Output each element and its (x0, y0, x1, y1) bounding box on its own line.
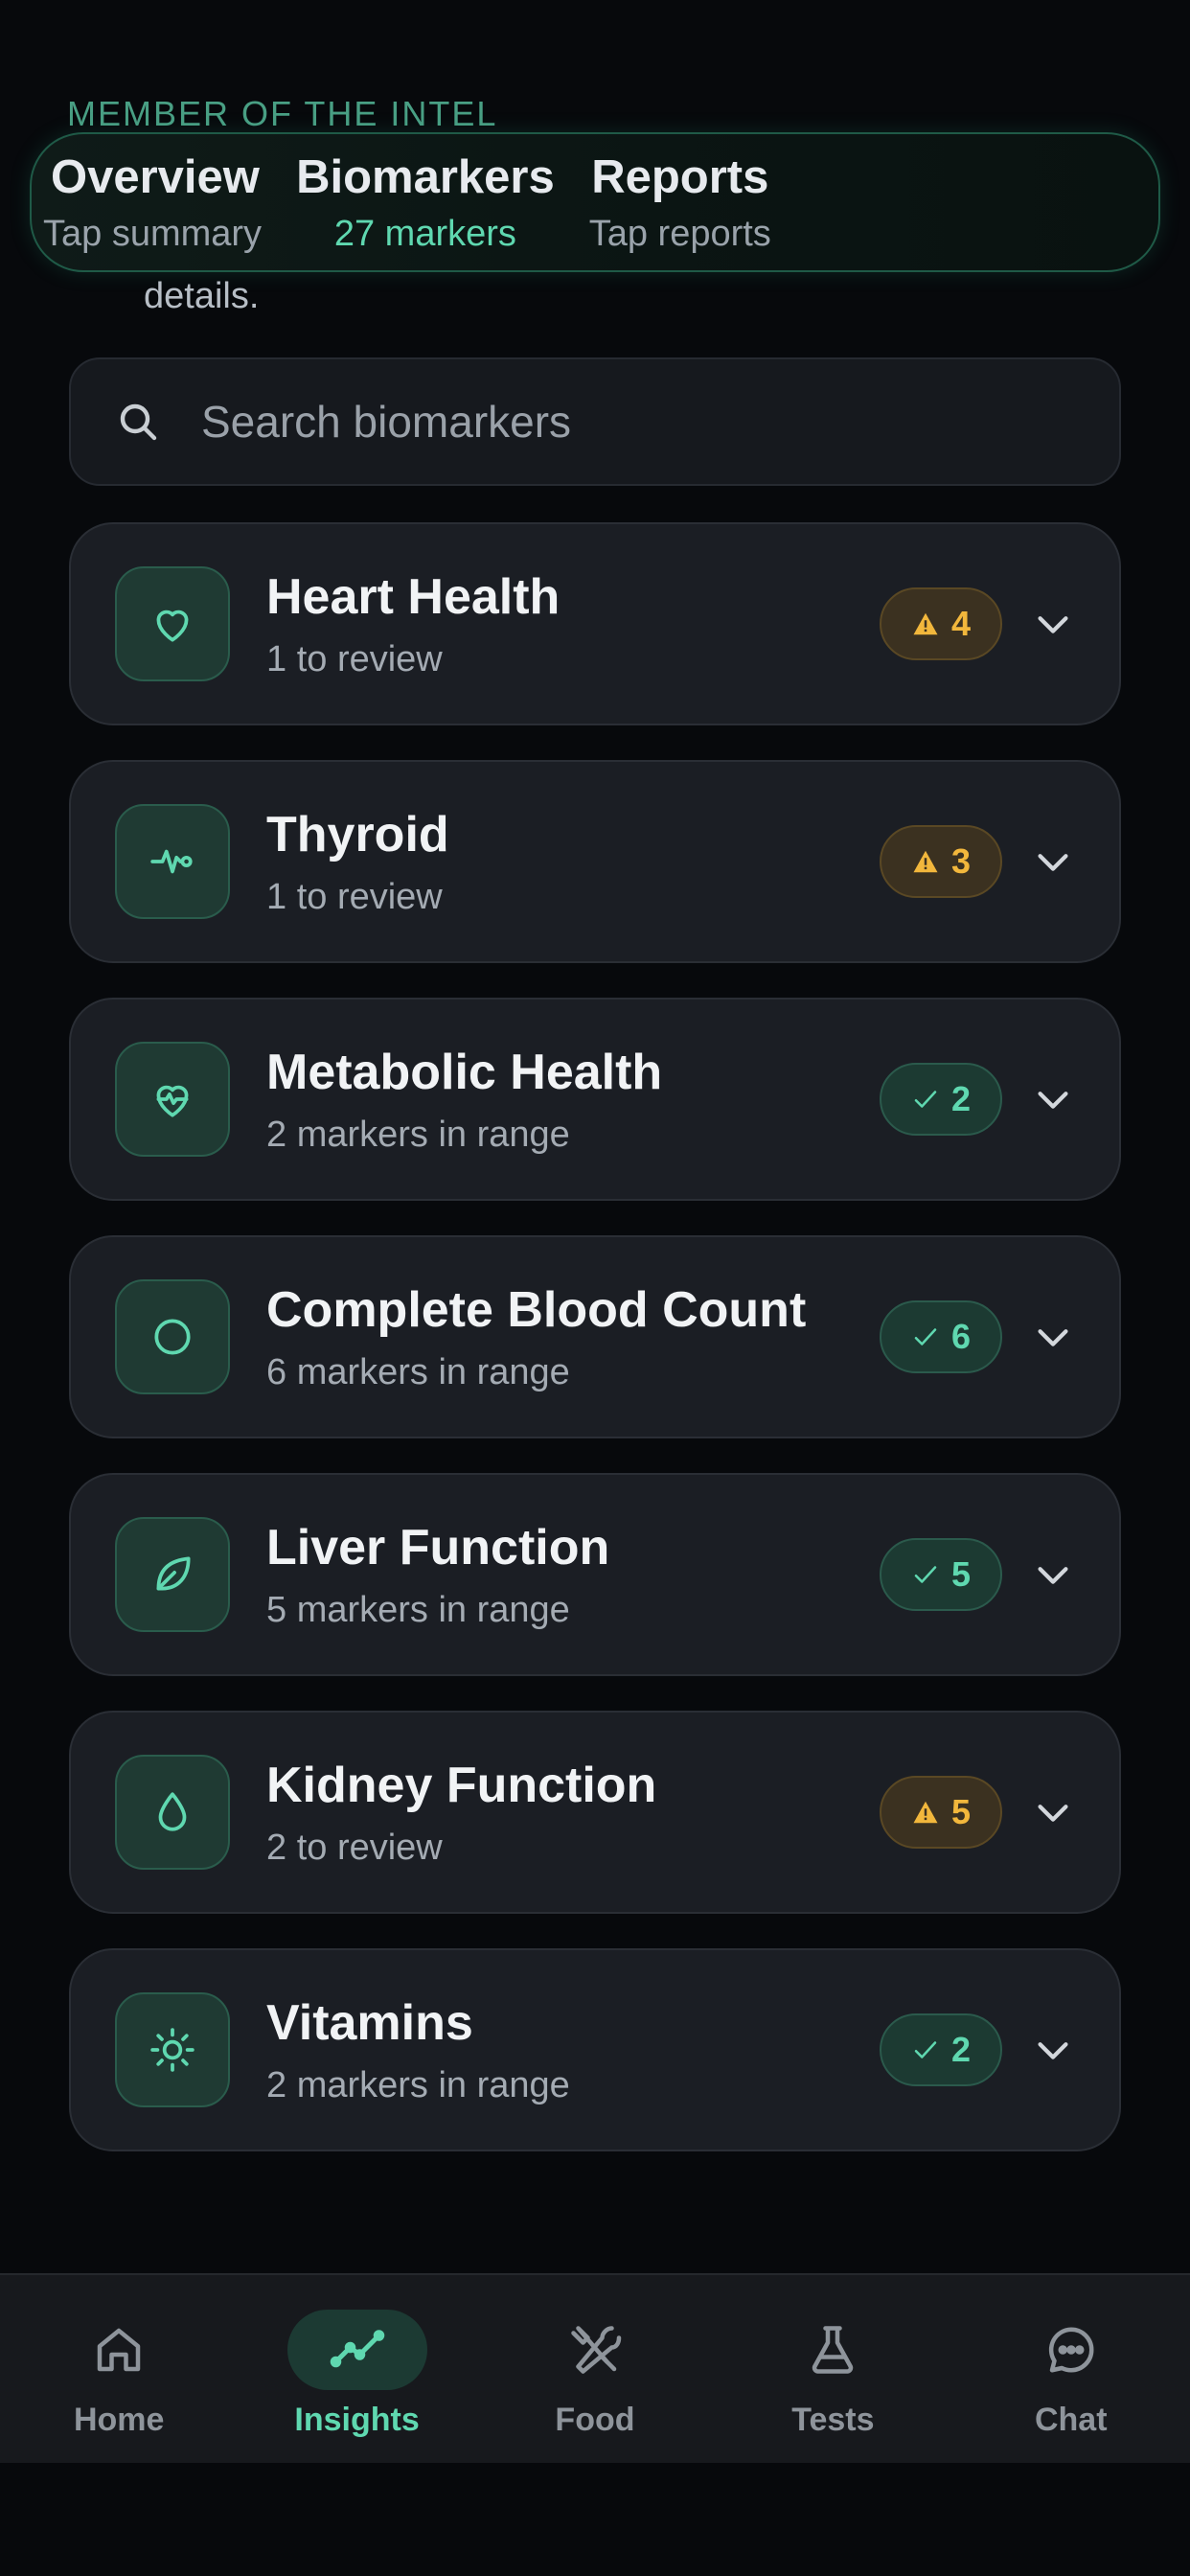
heart-icon (156, 610, 189, 642)
scrolled-heading-peek: MEMBER OF THE INTEL (67, 94, 498, 133)
badge-count: 5 (950, 1792, 972, 1831)
category-title: Complete Blood Count (266, 1281, 807, 1338)
utensils-icon (571, 2326, 622, 2374)
home-icon (97, 2328, 141, 2372)
category-title: Liver Function (266, 1519, 610, 1576)
status-badge: 2 (880, 2013, 1002, 2086)
tab-biomarkers-title: Biomarkers (296, 151, 555, 203)
tab-overview-subtitle: Tap summary (43, 214, 263, 255)
status-badge: 5 (880, 1538, 1002, 1611)
category-title: Heart Health (266, 568, 561, 625)
check-icon (914, 1091, 937, 1108)
category-card-thyroid[interactable]: Thyroid 1 to review 3 (69, 760, 1121, 963)
search-bar[interactable] (69, 357, 1121, 486)
category-subtitle: 1 to review (266, 638, 443, 679)
leaf-icon (156, 1556, 191, 1591)
badge-count: 6 (950, 1317, 972, 1356)
tab-overview-title: Overview (51, 151, 260, 203)
check-icon (914, 1566, 937, 1583)
category-card-metabolic-health[interactable]: Metabolic Health 2 markers in range 2 (69, 998, 1121, 1201)
category-card-liver-function[interactable]: Liver Function 5 markers in range 5 (69, 1473, 1121, 1676)
nav-chat-label: Chat (1034, 2402, 1108, 2438)
category-icon-tile (115, 1755, 230, 1870)
badge-count: 3 (950, 841, 972, 881)
category-subtitle: 1 to review (266, 876, 443, 917)
category-card-kidney-function[interactable]: Kidney Function 2 to review 5 (69, 1711, 1121, 1914)
chevron-down-icon[interactable] (1031, 602, 1075, 646)
warning-icon (913, 612, 938, 635)
droplet-icon (158, 1792, 187, 1831)
chevron-down-icon[interactable] (1031, 1077, 1075, 1121)
tab-reports-title: Reports (591, 151, 769, 203)
status-badge: 4 (880, 587, 1002, 660)
status-badge: 3 (880, 825, 1002, 898)
tab-biomarkers[interactable]: Biomarkers 27 markers (296, 151, 555, 255)
status-badge: 5 (880, 1776, 1002, 1849)
category-subtitle: 2 to review (266, 1827, 443, 1868)
chevron-down-icon[interactable] (1031, 1315, 1075, 1359)
tab-biomarkers-subtitle: 27 markers (333, 214, 516, 255)
heart-pulse-icon (156, 1085, 189, 1117)
scrolled-text-peek: details. (144, 276, 260, 316)
warning-icon (913, 850, 938, 873)
category-icon-tile (115, 1279, 230, 1394)
category-subtitle: 6 markers in range (266, 1351, 570, 1392)
pulse-icon (150, 849, 193, 874)
nav-insights-label: Insights (294, 2402, 420, 2438)
category-title: Kidney Function (266, 1757, 657, 1813)
badge-count: 4 (950, 604, 972, 643)
search-input[interactable] (199, 395, 1046, 448)
nav-tests-label: Tests (791, 2402, 875, 2438)
check-icon (914, 2041, 937, 2058)
category-subtitle: 2 markers in range (266, 2064, 570, 2105)
category-card-complete-blood-count[interactable]: Complete Blood Count 6 markers in range … (69, 1235, 1121, 1438)
nav-tests[interactable]: Tests (737, 2275, 928, 2439)
bottom-navigation: Home Insights Food Tests Chat (0, 2273, 1190, 2463)
chevron-down-icon[interactable] (1031, 2028, 1075, 2072)
status-badge: 6 (880, 1300, 1002, 1373)
category-title: Metabolic Health (266, 1044, 663, 1100)
badge-count: 2 (950, 2030, 972, 2069)
category-title: Vitamins (266, 1994, 473, 2051)
chevron-down-icon[interactable] (1031, 840, 1075, 884)
chevron-down-icon[interactable] (1031, 1552, 1075, 1597)
nav-food[interactable]: Food (499, 2275, 691, 2439)
check-icon (914, 1328, 937, 1346)
circle-icon (154, 1319, 191, 1355)
sun-icon (150, 2028, 195, 2072)
category-icon-tile (115, 566, 230, 681)
chevron-down-icon[interactable] (1031, 1790, 1075, 1834)
biomarkers-screen: MEMBER OF THE INTEL Overview Tap summary… (0, 0, 1190, 2576)
flask-icon (812, 2326, 854, 2374)
nav-insights[interactable]: Insights (262, 2275, 453, 2439)
tab-reports-subtitle: Tap reports (588, 214, 771, 255)
warning-icon (913, 1801, 938, 1824)
category-icon-tile (115, 1992, 230, 2107)
category-card-heart-health[interactable]: Heart Health 1 to review 4 (69, 522, 1121, 725)
category-icon-tile (115, 1042, 230, 1157)
status-badge: 2 (880, 1063, 1002, 1136)
badge-count: 5 (950, 1554, 972, 1594)
category-title: Thyroid (266, 806, 449, 862)
nav-food-label: Food (555, 2402, 635, 2438)
category-subtitle: 2 markers in range (266, 1114, 570, 1155)
tab-reports[interactable]: Reports Tap reports (588, 151, 771, 255)
category-icon-tile (115, 804, 230, 919)
badge-count: 2 (950, 1079, 972, 1118)
trend-icon (330, 2330, 384, 2368)
section-segmented-header: Overview Tap summary Biomarkers 27 marke… (30, 132, 1160, 272)
nav-home[interactable]: Home (23, 2275, 215, 2439)
category-card-vitamins[interactable]: Vitamins 2 markers in range 2 (69, 1948, 1121, 2151)
chat-icon (1048, 2327, 1094, 2373)
nav-chat[interactable]: Chat (975, 2275, 1167, 2439)
biomarker-category-list: Heart Health 1 to review 4 Thyroid 1 to … (69, 522, 1121, 2186)
category-icon-tile (115, 1517, 230, 1632)
category-subtitle: 5 markers in range (266, 1589, 570, 1630)
tab-overview[interactable]: Overview Tap summary (43, 151, 262, 255)
search-icon (120, 403, 157, 441)
nav-home-label: Home (73, 2402, 165, 2438)
